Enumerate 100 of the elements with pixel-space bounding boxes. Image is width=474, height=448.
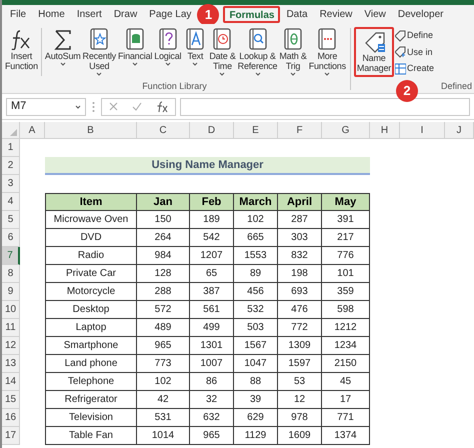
table-cell: 17 bbox=[322, 391, 370, 409]
table-cell: 1374 bbox=[322, 427, 370, 445]
ribbon-tab[interactable]: Developer bbox=[392, 6, 450, 23]
table-cell: 776 bbox=[322, 247, 370, 265]
row-header[interactable]: 5 bbox=[2, 211, 20, 229]
table-cell: 1212 bbox=[322, 319, 370, 337]
ribbon-button[interactable]: Create bbox=[395, 62, 434, 76]
row-header[interactable]: 7 bbox=[2, 247, 20, 265]
ribbon-tab[interactable]: File bbox=[4, 6, 32, 23]
sheet-title: Using Name Manager bbox=[45, 157, 370, 175]
ribbon-tab[interactable]: Draw bbox=[108, 6, 144, 23]
ribbon-button[interactable]: More Functions bbox=[308, 28, 347, 76]
ribbon-button[interactable]: Math & Trig bbox=[278, 28, 308, 76]
row-header[interactable]: 4 bbox=[2, 193, 20, 211]
ribbon-button[interactable]: Define bbox=[395, 29, 434, 42]
table-cell: 1129 bbox=[234, 427, 278, 445]
column-header[interactable]: J bbox=[445, 122, 474, 139]
row-header[interactable]: 16 bbox=[2, 409, 20, 427]
row-header[interactable]: 10 bbox=[2, 301, 20, 319]
row-header[interactable]: 3 bbox=[2, 175, 20, 193]
table-cell: Microwave Oven bbox=[45, 211, 137, 229]
ribbon-tab[interactable]: Data bbox=[280, 6, 314, 23]
table-cell: 39 bbox=[234, 391, 278, 409]
table-cell: 387 bbox=[190, 283, 234, 301]
row-header[interactable]: 2 bbox=[2, 157, 20, 175]
column-header[interactable]: H bbox=[370, 122, 400, 139]
ribbon-button[interactable]: Financial bbox=[116, 28, 154, 66]
row-header[interactable]: 8 bbox=[2, 265, 20, 283]
table-cell: 489 bbox=[137, 319, 190, 337]
table-cell: 665 bbox=[234, 229, 278, 247]
row-header[interactable]: 14 bbox=[2, 373, 20, 391]
row-header[interactable]: 12 bbox=[2, 337, 20, 355]
ribbon-button[interactable]: Date & Time bbox=[208, 28, 237, 76]
ribbon-button[interactable]: Insert Function bbox=[4, 28, 39, 71]
table-cell: 542 bbox=[190, 229, 234, 247]
table-cell: 499 bbox=[190, 319, 234, 337]
table-cell: 965 bbox=[137, 337, 190, 355]
ribbon-button[interactable]: Recently Used bbox=[82, 28, 117, 76]
table-cell: 1553 bbox=[234, 247, 278, 265]
formula-input[interactable] bbox=[180, 98, 470, 116]
ribbon-tab[interactable]: Review bbox=[314, 6, 358, 23]
table-cell: 53 bbox=[278, 373, 322, 391]
ribbon-tab[interactable]: Page Lay bbox=[143, 6, 198, 23]
row-header[interactable]: 1 bbox=[2, 139, 20, 157]
grip-icon bbox=[92, 100, 95, 112]
table-cell: 978 bbox=[278, 409, 322, 427]
column-header[interactable]: C bbox=[137, 122, 190, 139]
table-cell: 128 bbox=[137, 265, 190, 283]
row-header[interactable]: 15 bbox=[2, 391, 20, 409]
group-label: Defined bbox=[440, 80, 472, 93]
table-icon bbox=[395, 62, 406, 75]
caret-icon bbox=[75, 104, 81, 108]
table-cell: 217 bbox=[322, 229, 370, 247]
ribbon-button[interactable]: AutoSum bbox=[44, 28, 82, 66]
table-cell: 693 bbox=[278, 283, 322, 301]
ribbon-button[interactable]: Use in bbox=[395, 46, 434, 59]
table-cell: Motorcycle bbox=[45, 283, 137, 301]
table-cell: 598 bbox=[322, 301, 370, 319]
table-cell: 1567 bbox=[234, 337, 278, 355]
ribbon-button[interactable]: Name Manager bbox=[354, 27, 394, 77]
row-header[interactable]: 9 bbox=[2, 283, 20, 301]
column-header[interactable]: A bbox=[20, 122, 45, 139]
table-cell: 391 bbox=[322, 211, 370, 229]
row-header[interactable]: 6 bbox=[2, 229, 20, 247]
name-box[interactable]: M7 bbox=[6, 98, 86, 116]
table-cell: 1301 bbox=[190, 337, 234, 355]
table-cell: Refrigerator bbox=[45, 391, 137, 409]
tag-icon bbox=[395, 46, 406, 58]
row-header[interactable]: 11 bbox=[2, 319, 20, 337]
row-header[interactable]: 17 bbox=[2, 427, 20, 445]
ribbon-tab[interactable]: View bbox=[358, 6, 392, 23]
table-cell: Radio bbox=[45, 247, 137, 265]
column-heading: April bbox=[278, 193, 322, 211]
table-cell: 88 bbox=[234, 373, 278, 391]
ribbon-button[interactable]: Lookup & Reference bbox=[236, 28, 278, 76]
table-cell: Desktop bbox=[45, 301, 137, 319]
ribbon-tab[interactable]: Home bbox=[32, 6, 71, 23]
column-header[interactable]: G bbox=[322, 122, 370, 139]
column-header[interactable]: B bbox=[45, 122, 137, 139]
table-cell: 771 bbox=[322, 409, 370, 427]
table-cell: Table Fan bbox=[45, 427, 137, 445]
column-heading: Feb bbox=[190, 193, 234, 211]
table-cell: Land phone bbox=[45, 355, 137, 373]
function-icon bbox=[156, 100, 168, 112]
table-cell: 101 bbox=[322, 265, 370, 283]
column-header[interactable]: E bbox=[234, 122, 278, 139]
column-header[interactable]: D bbox=[190, 122, 234, 139]
table-cell: 561 bbox=[190, 301, 234, 319]
row-header[interactable]: 13 bbox=[2, 355, 20, 373]
ribbon-button[interactable]: Text bbox=[182, 28, 208, 66]
column-heading: March bbox=[234, 193, 278, 211]
ribbon-button[interactable]: Logical bbox=[153, 28, 182, 66]
table-cell: 264 bbox=[137, 229, 190, 247]
column-header[interactable]: F bbox=[278, 122, 322, 139]
ribbon-tab[interactable]: Insert bbox=[70, 6, 108, 23]
column-header[interactable]: I bbox=[400, 122, 445, 139]
table-cell: 629 bbox=[234, 409, 278, 427]
table-cell: 86 bbox=[190, 373, 234, 391]
ribbon-tab[interactable]: Formulas bbox=[223, 6, 280, 23]
table-cell: 288 bbox=[137, 283, 190, 301]
